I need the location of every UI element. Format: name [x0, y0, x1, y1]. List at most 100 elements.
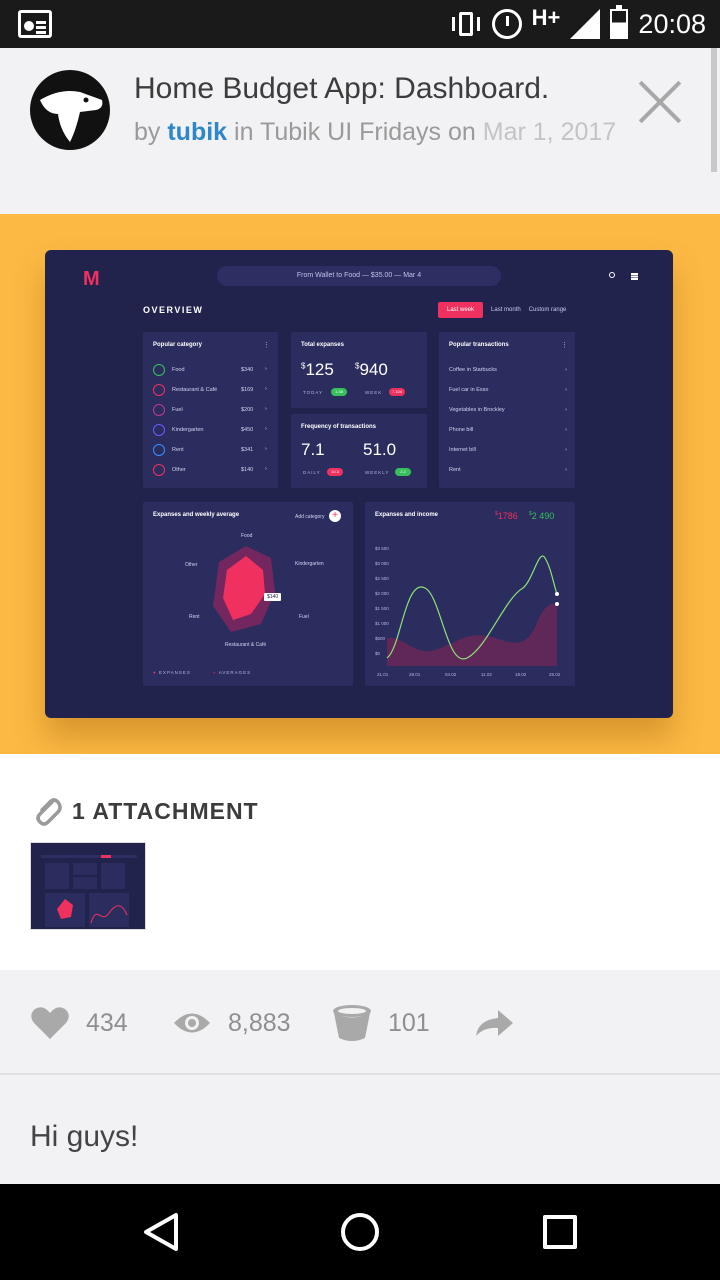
buckets-count: 101	[388, 1008, 430, 1037]
back-icon[interactable]	[142, 1212, 180, 1252]
radar-label-tr: Kindergarten	[295, 561, 324, 567]
tab-last-week: Last week	[438, 302, 484, 318]
radar-label-l: Rent	[189, 614, 200, 620]
popular-transactions-panel: Popular transactions ⋮ Coffee in Starbuc…	[439, 332, 575, 488]
close-icon[interactable]	[638, 80, 682, 124]
total-today: $125	[301, 360, 334, 379]
list-item: Internet bill ›	[449, 447, 567, 453]
list-item: Fuel car in Esso ›	[449, 387, 567, 393]
daily-pill: 10.3	[327, 468, 343, 476]
freq-daily: 7.1	[301, 440, 325, 459]
post-title: Home Budget App: Dashboard.	[134, 72, 550, 105]
radar-label-top: Food	[241, 533, 253, 539]
share-button[interactable]	[474, 1006, 514, 1040]
list-item: Rent $341 ›	[153, 444, 268, 458]
income-red: $1786	[495, 511, 518, 521]
income-panel: Expanses and income $1786 $2 490 $3 500 …	[365, 502, 575, 686]
list-item: Coffee in Starbucks ›	[449, 367, 567, 373]
weekly-label: WEEKLY	[365, 470, 390, 475]
dashboard-logo: M	[83, 268, 100, 290]
daily-label: DAILY	[303, 470, 321, 475]
income-line-chart	[386, 555, 559, 666]
paperclip-icon	[36, 798, 62, 826]
list-item: Fuel $200 ›	[153, 404, 268, 418]
attachments-section: 1 ATTACHMENT	[0, 754, 720, 970]
by-label: by	[134, 118, 161, 146]
radio-icon	[18, 10, 52, 38]
status-bar: H+ 20:08	[0, 0, 720, 48]
x-tick: 04.02	[445, 672, 457, 677]
search-icon	[609, 272, 615, 278]
shot-stats: 434 8,883 101	[0, 970, 720, 1075]
buckets-stat[interactable]: 101	[332, 1005, 430, 1041]
views-stat: 8,883	[172, 1006, 291, 1040]
recents-icon[interactable]	[543, 1215, 577, 1249]
x-tick: 21.01	[377, 672, 389, 677]
total-week: $940	[355, 360, 388, 379]
alarm-icon	[491, 9, 522, 39]
weekly-pill: 2.2	[395, 468, 411, 476]
list-item: Kindergarten $450 ›	[153, 424, 268, 438]
panel-title: Popular transactions	[449, 342, 509, 348]
popular-category-panel: Popular category ⋮ Food $340 › Restaurant …	[143, 332, 278, 488]
radar-chart	[213, 546, 275, 632]
panel-title: Frequency of transactions	[301, 424, 377, 430]
tab-custom-range: Custom range	[528, 307, 567, 313]
views-count: 8,883	[228, 1008, 291, 1037]
today-label: TODAY	[303, 390, 324, 395]
post-date: Mar 1, 2017	[482, 118, 617, 146]
signal-icon	[570, 9, 601, 39]
home-icon[interactable]	[341, 1213, 379, 1251]
panel-title: Popular category	[153, 342, 203, 348]
likes-stat[interactable]: 434	[30, 1006, 128, 1040]
legend-averages: ● AVERAGES	[213, 670, 252, 675]
more-icon: ⋮	[561, 342, 569, 349]
x-tick: 25.02	[549, 672, 561, 677]
add-icon: +	[329, 510, 341, 522]
network-type: H+	[531, 5, 561, 30]
list-item: Vegetables in Brockley ›	[449, 407, 567, 413]
radar-panel: Expanses and weekly average Add category…	[143, 502, 353, 686]
eye-icon	[174, 1013, 210, 1033]
dog-logo-icon	[40, 91, 103, 142]
panel-title: Expanses and income	[375, 512, 439, 518]
navigation-bar	[0, 1184, 720, 1280]
radar-label-tl: Other	[185, 562, 198, 568]
share-icon	[476, 1010, 513, 1036]
radar-label-r: Fuel	[299, 614, 309, 620]
on-label: on	[448, 118, 476, 146]
x-tick: 18.02	[515, 672, 527, 677]
total-expanses-panel: Total expanses $125 $940 TODAY 1.38 WEEK…	[291, 332, 427, 408]
bucket-icon	[333, 1005, 371, 1041]
add-category-label: Add category	[295, 514, 325, 520]
panel-title: Total expanses	[301, 342, 344, 348]
clock: 20:08	[638, 8, 706, 39]
x-tick: 11.02	[481, 672, 492, 677]
attachment-thumbnail[interactable]	[30, 842, 146, 930]
more-icon: ⋮	[263, 342, 271, 349]
panel-title: Expanses and weekly average	[153, 512, 240, 518]
channel-link[interactable]: Tubik UI Fridays	[260, 118, 441, 146]
dashboard-search: From Wallet to Food — $35.00 — Mar 4	[217, 266, 501, 286]
income-green: $2 490	[529, 511, 555, 521]
week-pill: 7.104	[389, 388, 405, 396]
vibrate-icon	[450, 10, 482, 38]
radar-tag: $140	[264, 593, 282, 601]
author-link[interactable]: tubik	[167, 118, 227, 146]
legend-expanses: ● EXPANSES	[153, 670, 191, 675]
week-label: WEEK	[365, 390, 383, 395]
list-item: Phone bill ›	[449, 427, 567, 433]
shot-image[interactable]: M From Wallet to Food — $35.00 — Mar 4 O…	[0, 214, 720, 754]
overview-heading: OVERVIEW	[143, 305, 204, 315]
radar-label-b: Restaurant & Café	[225, 642, 267, 648]
frequency-panel: Frequency of transactions 7.1 51.0 DAILY…	[291, 414, 427, 488]
scrollbar[interactable]	[711, 48, 717, 172]
dashboard-preview: M From Wallet to Food — $35.00 — Mar 4 O…	[45, 250, 673, 718]
post-header: Home Budget App: Dashboard. by tubik in …	[0, 48, 720, 206]
heart-icon	[31, 1007, 69, 1039]
list-item: Other $140 ›	[153, 464, 268, 478]
x-tick: 28.01	[409, 672, 421, 677]
avatar[interactable]	[30, 70, 110, 150]
list-item: Restaurant & Café $169 ›	[153, 384, 268, 398]
tab-last-month: Last month	[491, 307, 521, 313]
